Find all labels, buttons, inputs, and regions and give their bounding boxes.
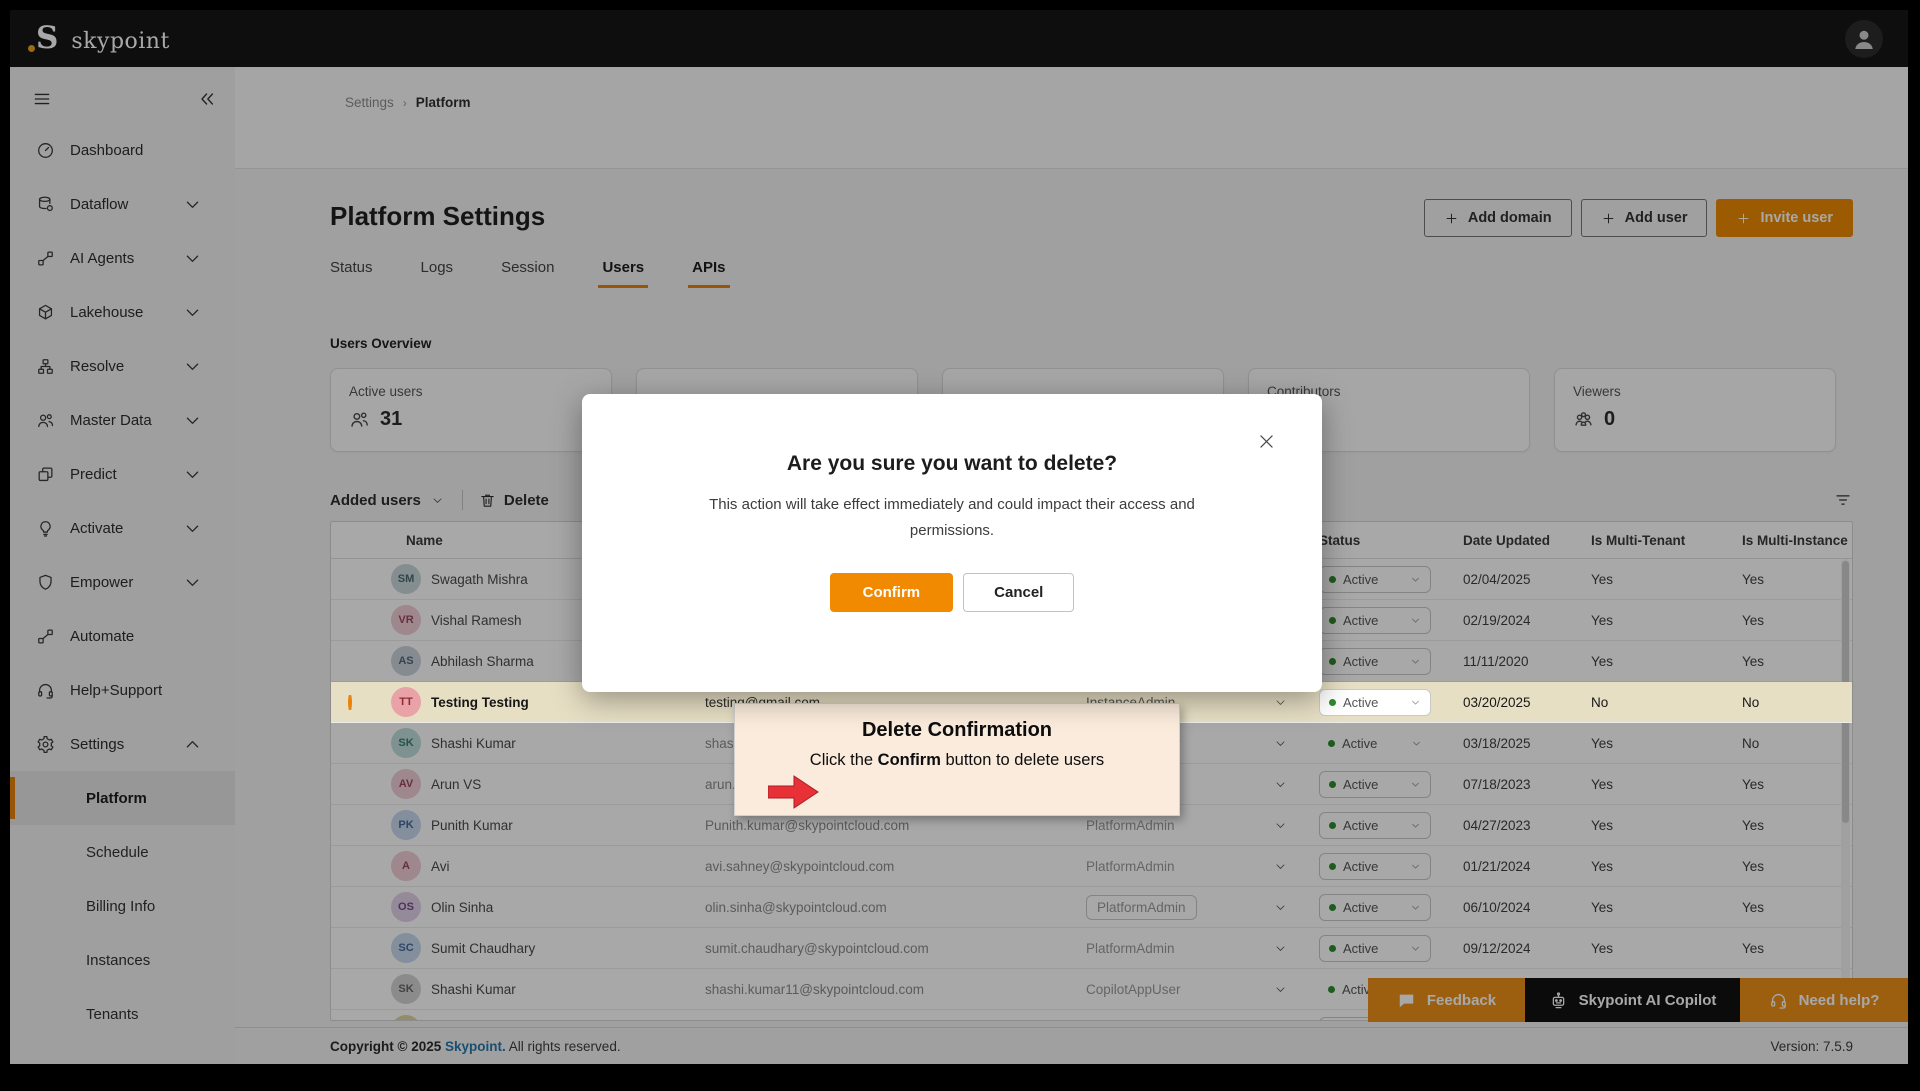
modal-body: This action will take effect immediately… [702, 492, 1202, 543]
tooltip-title: Delete Confirmation [735, 719, 1179, 742]
is-multi-instance: No [1726, 695, 1852, 710]
status-select[interactable]: Active [1319, 689, 1431, 716]
confirm-button[interactable]: Confirm [830, 573, 954, 612]
is-multi-tenant: No [1581, 695, 1726, 710]
cancel-button[interactable]: Cancel [963, 573, 1074, 612]
avatar: TT [391, 687, 421, 717]
row-radio-selected[interactable] [348, 695, 352, 710]
status-value: Active [1343, 695, 1378, 710]
date-updated: 03/20/2025 [1451, 695, 1581, 710]
modal-title: Are you sure you want to delete? [582, 394, 1322, 476]
chevron-down-icon [1410, 697, 1421, 708]
delete-confirmation-modal: Are you sure you want to delete? This ac… [582, 394, 1322, 692]
chevron-down-icon [1274, 696, 1287, 709]
status-dot-icon [1329, 699, 1336, 706]
user-name: Testing Testing [431, 695, 529, 710]
app-window: S skypoint Dashboard Dataflow AI Agents … [10, 10, 1908, 1064]
close-icon[interactable] [1257, 432, 1276, 451]
tour-arrow-icon [768, 773, 820, 811]
tooltip-body: Click the Confirm button to delete users [735, 751, 1179, 770]
